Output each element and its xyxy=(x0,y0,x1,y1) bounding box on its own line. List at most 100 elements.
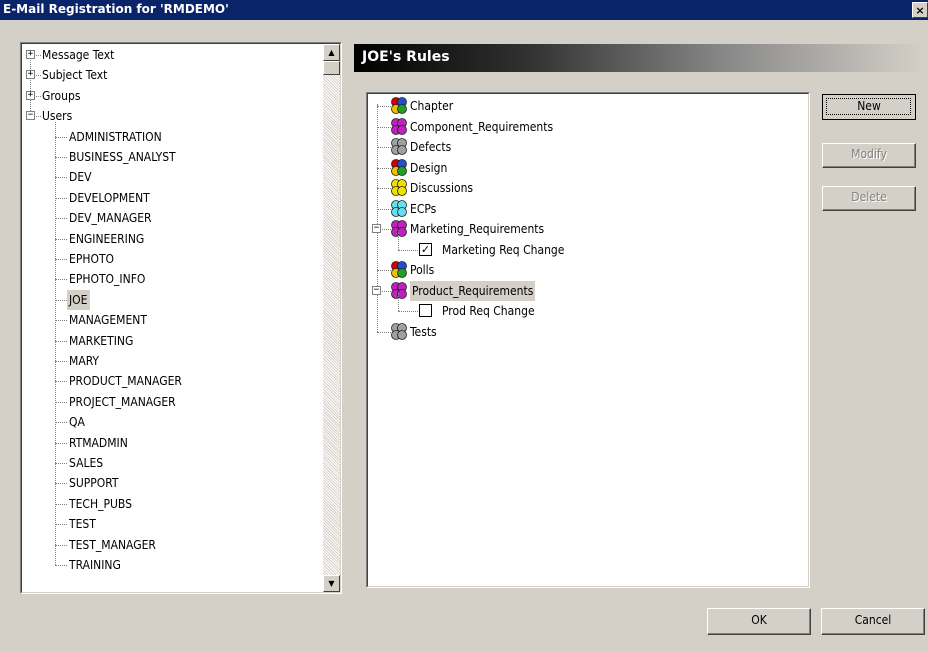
collapse-icon[interactable]: − xyxy=(372,285,381,295)
expand-icon[interactable]: + xyxy=(26,50,35,59)
tree-connector xyxy=(377,331,391,333)
tree-connector xyxy=(398,231,399,250)
tree-connector xyxy=(55,544,67,546)
expand-icon[interactable]: + xyxy=(26,90,35,100)
tree-connector xyxy=(55,299,67,301)
user-item[interactable]: DEVELOPMENT xyxy=(69,188,150,208)
user-item[interactable]: DEV_MANAGER xyxy=(69,208,152,228)
rule-subitem[interactable]: Marketing Req Change xyxy=(442,240,564,260)
rules-header: JOE's Rules xyxy=(354,44,924,72)
tree-item-message-text[interactable]: Message Text xyxy=(42,45,114,65)
tree-connector xyxy=(55,177,67,179)
tree-connector xyxy=(377,104,378,332)
user-item[interactable]: PRODUCT_MANAGER xyxy=(69,371,182,391)
rules-tree: Chapter Component_Requirements Defects Desi… xyxy=(366,92,810,588)
user-item[interactable]: QA xyxy=(69,412,85,432)
tree-connector xyxy=(36,55,41,56)
tree-connector xyxy=(36,116,41,118)
tree-connector xyxy=(377,270,391,271)
class-icon xyxy=(390,117,408,136)
rule-item[interactable]: Discussions xyxy=(410,178,473,198)
tree-connector xyxy=(55,565,67,566)
rule-item[interactable]: Tests xyxy=(410,322,437,342)
rule-subitem[interactable]: Prod Req Change xyxy=(442,301,535,321)
tree-connector xyxy=(55,121,56,565)
class-icon xyxy=(390,220,408,238)
class-icon xyxy=(390,261,408,279)
user-item[interactable]: ENGINEERING xyxy=(69,229,144,249)
user-item[interactable]: TEST xyxy=(69,514,96,534)
user-item[interactable]: TRAINING xyxy=(69,555,121,575)
scroll-up-button[interactable]: ▲ xyxy=(323,44,340,61)
rule-item[interactable]: Defects xyxy=(410,137,451,157)
tree-connector xyxy=(30,54,31,116)
tree-item-users[interactable]: Users xyxy=(42,106,72,126)
tree-scrollbar[interactable]: ▲ ▼ xyxy=(323,44,340,592)
scroll-down-button[interactable]: ▼ xyxy=(323,575,340,592)
user-item[interactable]: SUPPORT xyxy=(69,473,119,493)
user-item[interactable]: PROJECT_MANAGER xyxy=(69,392,176,412)
close-icon[interactable]: × xyxy=(912,2,928,18)
ok-button[interactable]: OK xyxy=(707,608,811,635)
class-icon xyxy=(390,199,408,218)
rule-item[interactable]: Polls xyxy=(410,260,434,280)
user-item[interactable]: RTMADMIN xyxy=(69,433,128,453)
tree-item-groups[interactable]: Groups xyxy=(42,86,80,106)
expand-icon[interactable]: + xyxy=(26,70,35,80)
tree-connector xyxy=(55,218,67,220)
cancel-button[interactable]: Cancel xyxy=(821,608,925,635)
checkbox-checked[interactable]: ✓ xyxy=(419,242,432,256)
tree-connector xyxy=(398,293,399,311)
window-title: E-Mail Registration for 'RMDEMO' xyxy=(3,2,229,16)
user-item[interactable]: ADMINISTRATION xyxy=(69,127,162,147)
tree-connector xyxy=(55,197,67,199)
delete-button[interactable]: Delete xyxy=(822,186,916,211)
tree-connector xyxy=(377,147,391,148)
tree-item-subject-text[interactable]: Subject Text xyxy=(42,65,107,85)
rule-item[interactable]: Product_Requirements xyxy=(410,280,536,301)
user-item[interactable]: SALES xyxy=(69,453,103,473)
user-item[interactable]: EPHOTO_INFO xyxy=(69,269,145,289)
tree-connector xyxy=(55,503,67,505)
class-icon xyxy=(390,322,408,341)
scroll-thumb[interactable] xyxy=(323,61,340,75)
checkbox-unchecked[interactable] xyxy=(419,304,432,317)
tree-connector xyxy=(377,126,391,128)
tree-connector xyxy=(377,188,391,189)
tree-connector xyxy=(55,259,67,260)
tree-connector xyxy=(55,320,67,322)
user-item[interactable]: EPHOTO xyxy=(69,249,114,269)
collapse-icon[interactable]: − xyxy=(26,111,35,121)
tree-connector xyxy=(55,422,67,424)
tree-connector xyxy=(398,311,418,312)
class-icon xyxy=(390,281,408,300)
rules-tree-viewport: Chapter Component_Requirements Defects Desi… xyxy=(367,93,809,587)
user-item[interactable]: JOE xyxy=(67,289,90,310)
rule-item[interactable]: ECPs xyxy=(410,199,436,219)
category-tree: ▲ ▼ + Message Text + Subject Text + Groups − Us… xyxy=(20,42,342,594)
rule-item[interactable]: Component_Requirements xyxy=(410,117,553,137)
category-tree-viewport: ▲ ▼ + Message Text + Subject Text + Groups − Us… xyxy=(21,43,341,593)
tree-connector xyxy=(55,483,67,485)
tree-connector xyxy=(36,95,41,97)
user-item[interactable]: MANAGEMENT xyxy=(69,310,147,330)
tree-connector xyxy=(55,157,67,158)
user-item[interactable]: BUSINESS_ANALYST xyxy=(69,147,176,167)
user-item[interactable]: TECH_PUBS xyxy=(69,494,132,514)
user-item[interactable]: MARKETING xyxy=(69,331,133,351)
collapse-icon[interactable]: − xyxy=(372,224,381,233)
user-item[interactable]: DEV xyxy=(69,167,92,187)
user-item[interactable]: MARY xyxy=(69,351,99,371)
tree-connector xyxy=(55,463,67,464)
user-item[interactable]: TEST_MANAGER xyxy=(69,535,156,555)
new-button[interactable]: New xyxy=(822,94,916,120)
rule-item[interactable]: Marketing_Requirements xyxy=(410,219,544,239)
class-icon xyxy=(390,179,408,197)
tree-connector xyxy=(55,238,67,240)
modify-button[interactable]: Modify xyxy=(822,143,916,168)
rule-item[interactable]: Chapter xyxy=(410,96,453,116)
tree-connector xyxy=(55,442,67,444)
class-icon xyxy=(390,158,408,177)
rule-item[interactable]: Design xyxy=(410,158,447,178)
tree-connector xyxy=(377,208,391,210)
